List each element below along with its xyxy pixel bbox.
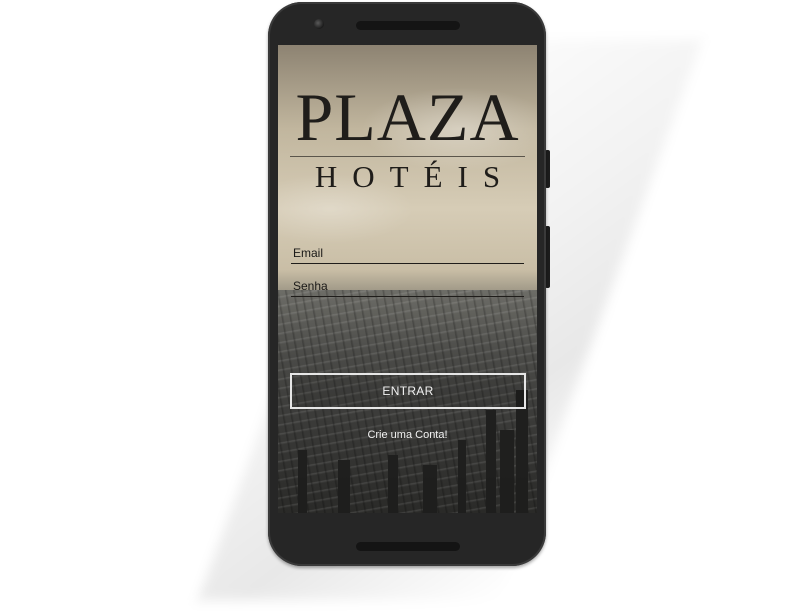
password-label: Senha [293, 279, 328, 293]
camera-icon [314, 19, 324, 29]
logo-subtitle: HOTÉIS [314, 159, 516, 194]
app-screen: PLAZA HOTÉIS Email Senha ENTRAR Crie uma… [278, 45, 537, 513]
phone-frame: PLAZA HOTÉIS Email Senha ENTRAR Crie uma… [268, 2, 546, 566]
bottom-speaker [356, 542, 460, 551]
create-account-link[interactable]: Crie uma Conta! [278, 429, 537, 441]
password-field[interactable]: Senha [291, 274, 524, 297]
logo-title: PLAZA [295, 79, 520, 155]
login-button[interactable]: ENTRAR [290, 373, 526, 409]
email-field[interactable]: Email [291, 241, 524, 264]
top-speaker [356, 21, 460, 30]
logo-divider [290, 156, 525, 157]
email-label: Email [293, 246, 324, 260]
